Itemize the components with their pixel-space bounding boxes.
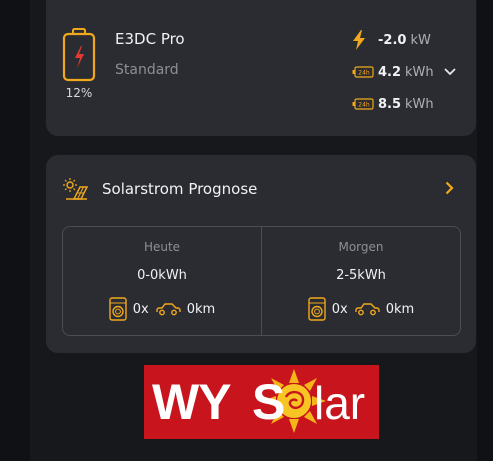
energy-stat-2: 24h 8.5 kWh xyxy=(352,94,434,114)
battery-percent: 12% xyxy=(65,86,93,100)
energy-value-1: 4.2 xyxy=(378,64,402,80)
svg-text:24h: 24h xyxy=(358,102,370,109)
forecast-tomorrow: Morgen 2-5kWh 0x 0km xyxy=(261,227,460,335)
forecast-tomorrow-distance: 0km xyxy=(385,301,415,317)
power-value: -2.0 xyxy=(378,32,407,48)
solar-panel-icon xyxy=(63,178,88,200)
forecast-tomorrow-label: Morgen xyxy=(338,240,384,254)
solar-title: Solarstrom Prognose xyxy=(102,180,258,198)
device-name: E3DC Pro xyxy=(115,30,185,48)
forecast-today-washes: 0x xyxy=(132,301,149,317)
chevron-down-icon[interactable] xyxy=(444,68,456,76)
chevron-right-icon[interactable] xyxy=(445,181,454,195)
washing-machine-icon xyxy=(308,297,326,321)
forecast-tomorrow-value: 2-5kWh xyxy=(336,268,386,283)
forecast-today-label: Heute xyxy=(143,240,181,254)
car-icon xyxy=(355,303,380,316)
battery-24h-icon: 24h xyxy=(352,66,374,78)
washing-machine-icon xyxy=(109,297,127,321)
svg-text:WY: WY xyxy=(152,374,231,430)
solar-forecast-card[interactable]: Solarstrom Prognose Heute 0-0kWh 0x 0km … xyxy=(46,155,476,353)
forecast-today-value: 0-0kWh xyxy=(137,268,187,283)
power-unit: kW xyxy=(410,32,431,48)
forecast-tomorrow-washes: 0x xyxy=(331,301,348,317)
lightning-icon xyxy=(353,30,365,50)
battery-card[interactable]: 12% E3DC Pro Standard -2.0 kW 24h 4.2 kW… xyxy=(46,0,476,136)
car-icon xyxy=(156,303,181,316)
battery-24h-icon: 24h xyxy=(352,98,374,110)
wysolar-logo: WY S lar xyxy=(144,365,379,439)
energy-value-2: 8.5 xyxy=(378,96,402,112)
power-stat: -2.0 kW xyxy=(352,30,431,50)
energy-unit-2: kWh xyxy=(405,96,434,112)
forecast-today: Heute 0-0kWh 0x 0km xyxy=(63,227,261,335)
device-mode: Standard xyxy=(115,62,179,78)
svg-text:lar: lar xyxy=(314,377,365,429)
energy-unit-1: kWh xyxy=(405,64,434,80)
svg-text:24h: 24h xyxy=(358,70,370,77)
forecast-table: Heute 0-0kWh 0x 0km Morgen 2-5kWh 0x 0km xyxy=(62,226,461,336)
battery-icon xyxy=(62,28,96,82)
forecast-today-distance: 0km xyxy=(186,301,216,317)
energy-stat-1: 24h 4.2 kWh xyxy=(352,62,456,82)
solar-header: Solarstrom Prognose xyxy=(62,177,257,201)
svg-text:S: S xyxy=(252,374,285,430)
